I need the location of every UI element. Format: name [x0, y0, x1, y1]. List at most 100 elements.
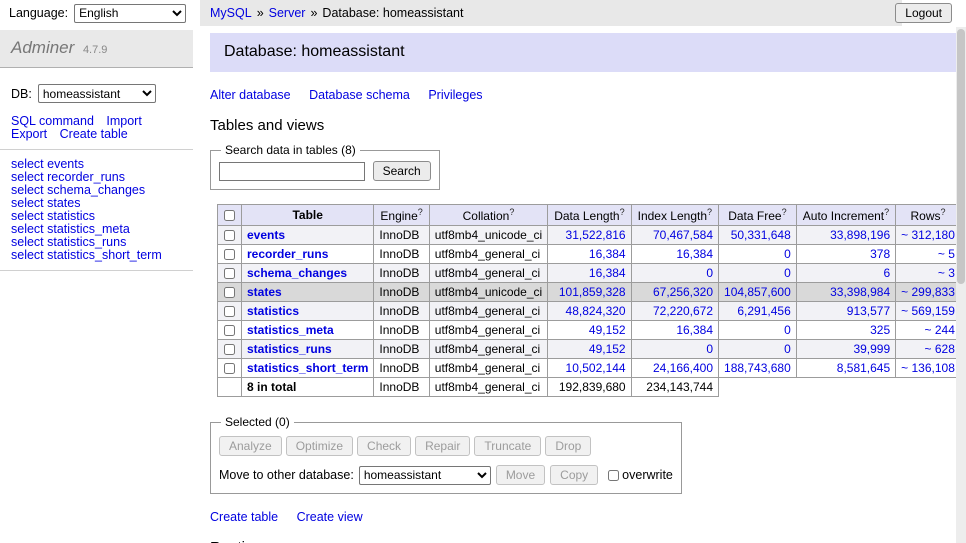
rows-count-link[interactable]: ~ 136,108 — [896, 359, 961, 378]
table-name-link[interactable]: statistics_meta — [247, 323, 334, 337]
table-name-link[interactable]: statistics — [247, 304, 299, 318]
index-length-link[interactable]: 70,467,584 — [631, 226, 718, 245]
help-link[interactable]: ? — [509, 207, 514, 217]
rows-count-link[interactable]: ~ 312,180 — [896, 226, 961, 245]
data-free-link[interactable]: 188,743,680 — [719, 359, 797, 378]
row-checkbox[interactable] — [224, 230, 235, 241]
table-row: states InnoDB utf8mb4_unicode_ci 101,859… — [218, 283, 966, 302]
data-free-link[interactable]: 50,331,648 — [719, 226, 797, 245]
rows-count-link[interactable]: ~ 569,159 — [896, 302, 961, 321]
total-index-length: 234,143,744 — [631, 378, 718, 397]
database-schema-link[interactable]: Database schema — [309, 88, 410, 102]
data-length-link[interactable]: 48,824,320 — [548, 302, 631, 321]
rows-count-link[interactable]: ~ 3 — [896, 264, 961, 283]
data-free-link[interactable]: 6,291,456 — [719, 302, 797, 321]
sidebar-link-create-table[interactable]: Create table — [60, 127, 128, 141]
row-checkbox[interactable] — [224, 249, 235, 260]
db-select[interactable]: homeassistant — [38, 84, 156, 103]
scrollbar-thumb[interactable] — [957, 29, 965, 284]
optimize-button[interactable]: Optimize — [286, 436, 353, 456]
data-length-link[interactable]: 101,859,328 — [548, 283, 631, 302]
truncate-button[interactable]: Truncate — [474, 436, 541, 456]
index-length-link[interactable]: 16,384 — [631, 245, 718, 264]
data-free-link[interactable]: 0 — [719, 340, 797, 359]
data-length-link[interactable]: 16,384 — [548, 264, 631, 283]
auto-increment-link[interactable]: 913,577 — [796, 302, 895, 321]
sidebar-link-sql-command[interactable]: SQL command — [11, 114, 94, 128]
row-checkbox[interactable] — [224, 344, 235, 355]
logout-button[interactable]: Logout — [895, 3, 952, 23]
search-input[interactable] — [219, 162, 365, 181]
index-length-link[interactable]: 72,220,672 — [631, 302, 718, 321]
data-length-link[interactable]: 10,502,144 — [548, 359, 631, 378]
data-length-link[interactable]: 16,384 — [548, 245, 631, 264]
index-length-link[interactable]: 0 — [631, 264, 718, 283]
table-name-link[interactable]: states — [247, 285, 282, 299]
data-free-link[interactable]: 0 — [719, 264, 797, 283]
page-scrollbar[interactable] — [956, 27, 966, 543]
create-view-link[interactable]: Create view — [297, 510, 363, 524]
sidebar-link-import[interactable]: Import — [106, 114, 141, 128]
rows-count-link[interactable]: ~ 299,833 — [896, 283, 961, 302]
check-button[interactable]: Check — [357, 436, 411, 456]
table-name-link[interactable]: recorder_runs — [247, 247, 328, 261]
create-table-link[interactable]: Create table — [210, 510, 278, 524]
language-select[interactable]: English — [74, 4, 186, 23]
collation-cell: utf8mb4_general_ci — [429, 340, 547, 359]
row-checkbox[interactable] — [224, 287, 235, 298]
row-checkbox[interactable] — [224, 306, 235, 317]
overwrite-checkbox[interactable] — [608, 470, 619, 481]
row-checkbox[interactable] — [224, 325, 235, 336]
move-row: Move to other database: homeassistant Mo… — [219, 465, 673, 485]
help-link[interactable]: ? — [782, 207, 787, 217]
auto-increment-link[interactable]: 33,398,984 — [796, 283, 895, 302]
auto-increment-link[interactable]: 39,999 — [796, 340, 895, 359]
index-length-link[interactable]: 16,384 — [631, 321, 718, 340]
collation-cell: utf8mb4_general_ci — [429, 321, 547, 340]
col-header-index-length: Index Length? — [631, 205, 718, 226]
alter-database-link[interactable]: Alter database — [210, 88, 291, 102]
sidebar-item-select-statistics-short-term[interactable]: select statistics_short_term — [11, 249, 182, 262]
table-name-link[interactable]: statistics_runs — [247, 342, 332, 356]
auto-increment-link[interactable]: 325 — [796, 321, 895, 340]
table-name-link[interactable]: statistics_short_term — [247, 361, 368, 375]
help-link[interactable]: ? — [418, 207, 423, 217]
help-link[interactable]: ? — [620, 207, 625, 217]
move-database-select[interactable]: homeassistant — [359, 466, 491, 485]
index-length-link[interactable]: 0 — [631, 340, 718, 359]
data-length-link[interactable]: 31,522,816 — [548, 226, 631, 245]
move-button[interactable]: Move — [496, 465, 545, 485]
index-length-link[interactable]: 67,256,320 — [631, 283, 718, 302]
data-length-link[interactable]: 49,152 — [548, 321, 631, 340]
breadcrumb-server-link[interactable]: Server — [269, 6, 306, 20]
row-checkbox[interactable] — [224, 268, 235, 279]
table-name-link[interactable]: events — [247, 228, 285, 242]
select-all-checkbox[interactable] — [224, 210, 235, 221]
row-checkbox[interactable] — [224, 363, 235, 374]
analyze-button[interactable]: Analyze — [219, 436, 282, 456]
index-length-link[interactable]: 24,166,400 — [631, 359, 718, 378]
table-name-cell: statistics_meta — [242, 321, 374, 340]
help-link[interactable]: ? — [884, 207, 889, 217]
privileges-link[interactable]: Privileges — [428, 88, 482, 102]
drop-button[interactable]: Drop — [545, 436, 591, 456]
data-free-link[interactable]: 104,857,600 — [719, 283, 797, 302]
table-name-link[interactable]: schema_changes — [247, 266, 347, 280]
copy-button[interactable]: Copy — [550, 465, 598, 485]
sidebar-link-export[interactable]: Export — [11, 127, 47, 141]
data-free-link[interactable]: 0 — [719, 245, 797, 264]
auto-increment-link[interactable]: 378 — [796, 245, 895, 264]
search-button[interactable]: Search — [373, 161, 431, 181]
help-link[interactable]: ? — [707, 207, 712, 217]
rows-count-link[interactable]: ~ 244 — [896, 321, 961, 340]
breadcrumb-mysql-link[interactable]: MySQL — [210, 6, 252, 20]
data-free-link[interactable]: 0 — [719, 321, 797, 340]
data-length-link[interactable]: 49,152 — [548, 340, 631, 359]
auto-increment-link[interactable]: 33,898,196 — [796, 226, 895, 245]
repair-button[interactable]: Repair — [415, 436, 470, 456]
rows-count-link[interactable]: ~ 628 — [896, 340, 961, 359]
auto-increment-link[interactable]: 8,581,645 — [796, 359, 895, 378]
help-link[interactable]: ? — [941, 207, 946, 217]
auto-increment-link[interactable]: 6 — [796, 264, 895, 283]
rows-count-link[interactable]: ~ 5 — [896, 245, 961, 264]
